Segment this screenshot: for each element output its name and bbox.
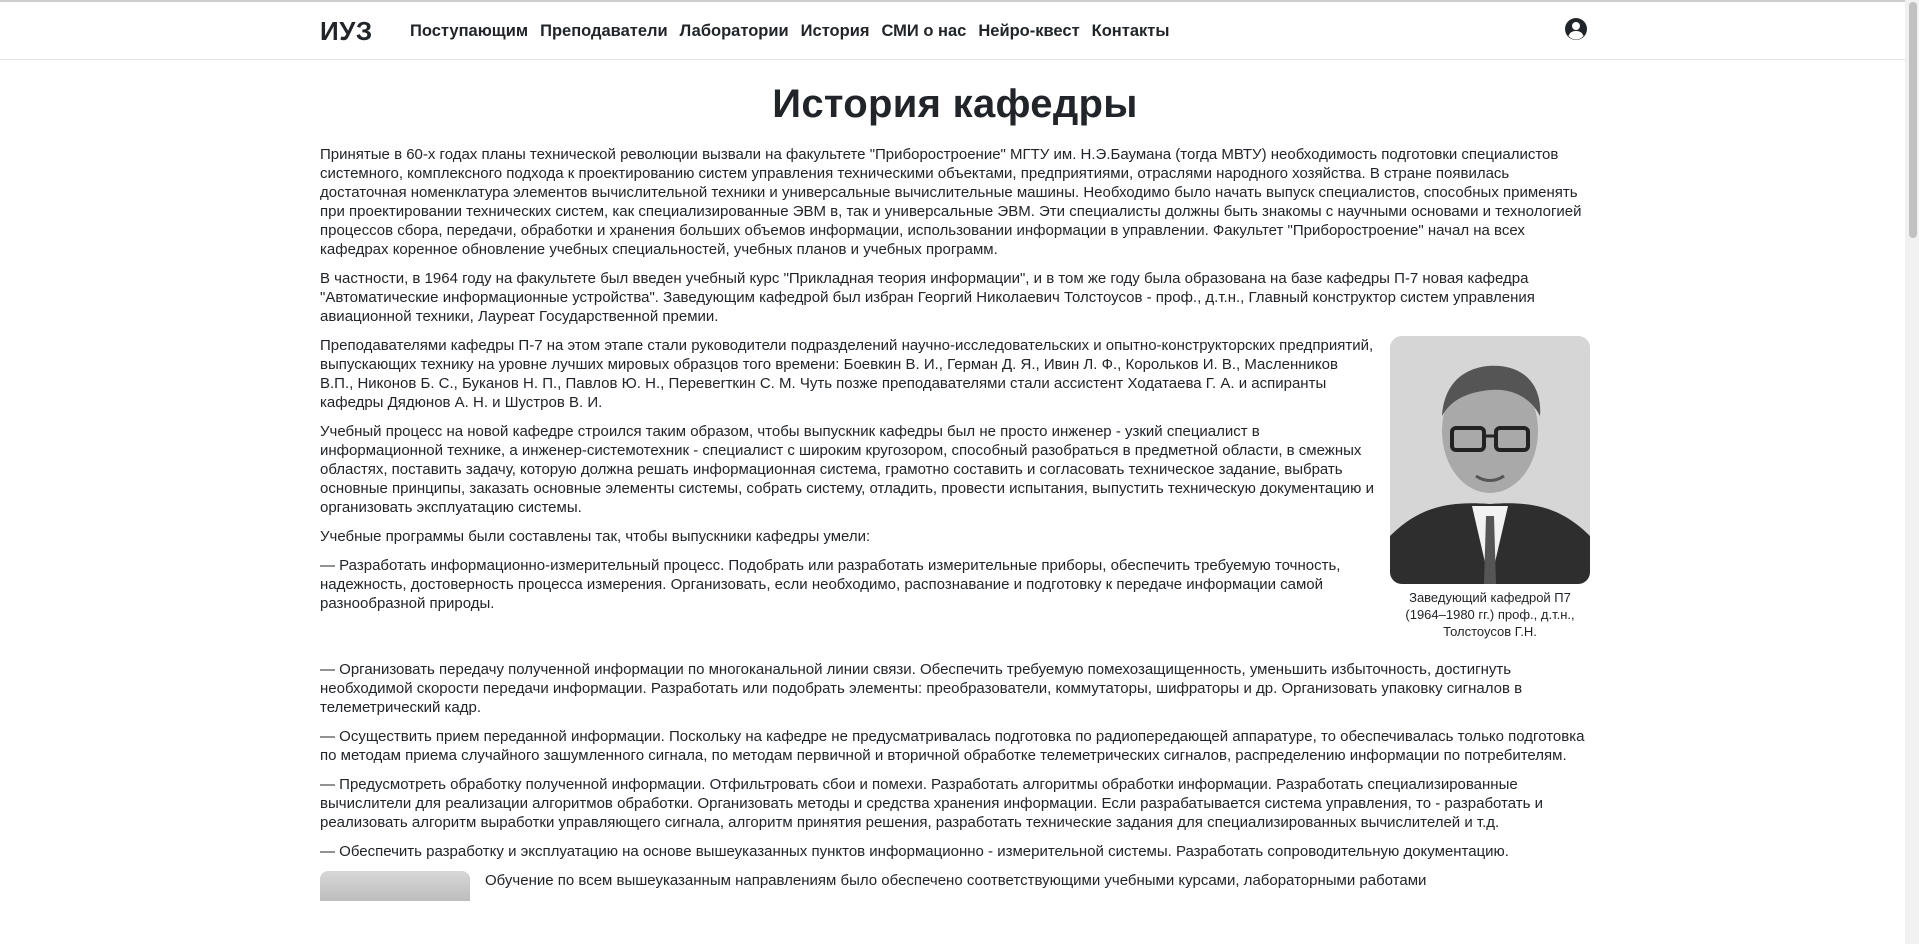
paragraph: — Предусмотреть обработку полученной инф… [320,776,1544,831]
nav-item-contacts[interactable]: Контакты [1092,22,1170,41]
nav-item-applicants[interactable]: Поступающим [410,22,528,41]
nav-item-teachers[interactable]: Преподаватели [540,22,668,41]
page-title: История кафедры [772,82,1138,126]
bottom-photo [320,871,470,901]
scrollbar-thumb[interactable] [1909,2,1917,238]
head-portrait-figure: Заведующий кафедрой П7 (1964–1980 гг.) п… [1390,336,1590,640]
paragraph: — Осуществить прием переданной информаци… [320,728,1585,764]
paragraph: В частности, в 1964 году на факультете б… [320,270,1535,325]
paragraph: Принятые в 60-х годах планы технической … [320,146,1582,258]
nav-item-media[interactable]: СМИ о нас [881,22,966,41]
portrait-caption: Заведующий кафедрой П7 (1964–1980 гг.) п… [1405,590,1575,639]
nav-item-laboratories[interactable]: Лаборатории [680,22,789,41]
paragraph: — Обеспечить разработку и эксплуатацию н… [320,843,1509,860]
paragraph: Обучение по всем вышеуказанным направлен… [485,872,1427,889]
vertical-scrollbar[interactable] [1905,0,1919,944]
brand-logo[interactable]: ИУЗ [320,16,373,47]
nav-item-history[interactable]: История [801,22,870,41]
bottom-partial-row: Обучение по всем вышеуказанным направлен… [320,871,1590,901]
nav-item-neuro-quest[interactable]: Нейро-квест [978,22,1079,41]
user-circle-icon[interactable] [1564,17,1588,41]
paragraph: — Организовать передачу полученной инфор… [320,661,1523,716]
navbar: ИУЗ Поступающим Преподаватели Лаборатори… [0,2,1905,60]
main-content: История кафедры Принятые в 60-х годах пл… [320,60,1590,901]
portrait-photo [1390,336,1590,584]
main-nav: Поступающим Преподаватели Лаборатории Ис… [410,22,1181,41]
